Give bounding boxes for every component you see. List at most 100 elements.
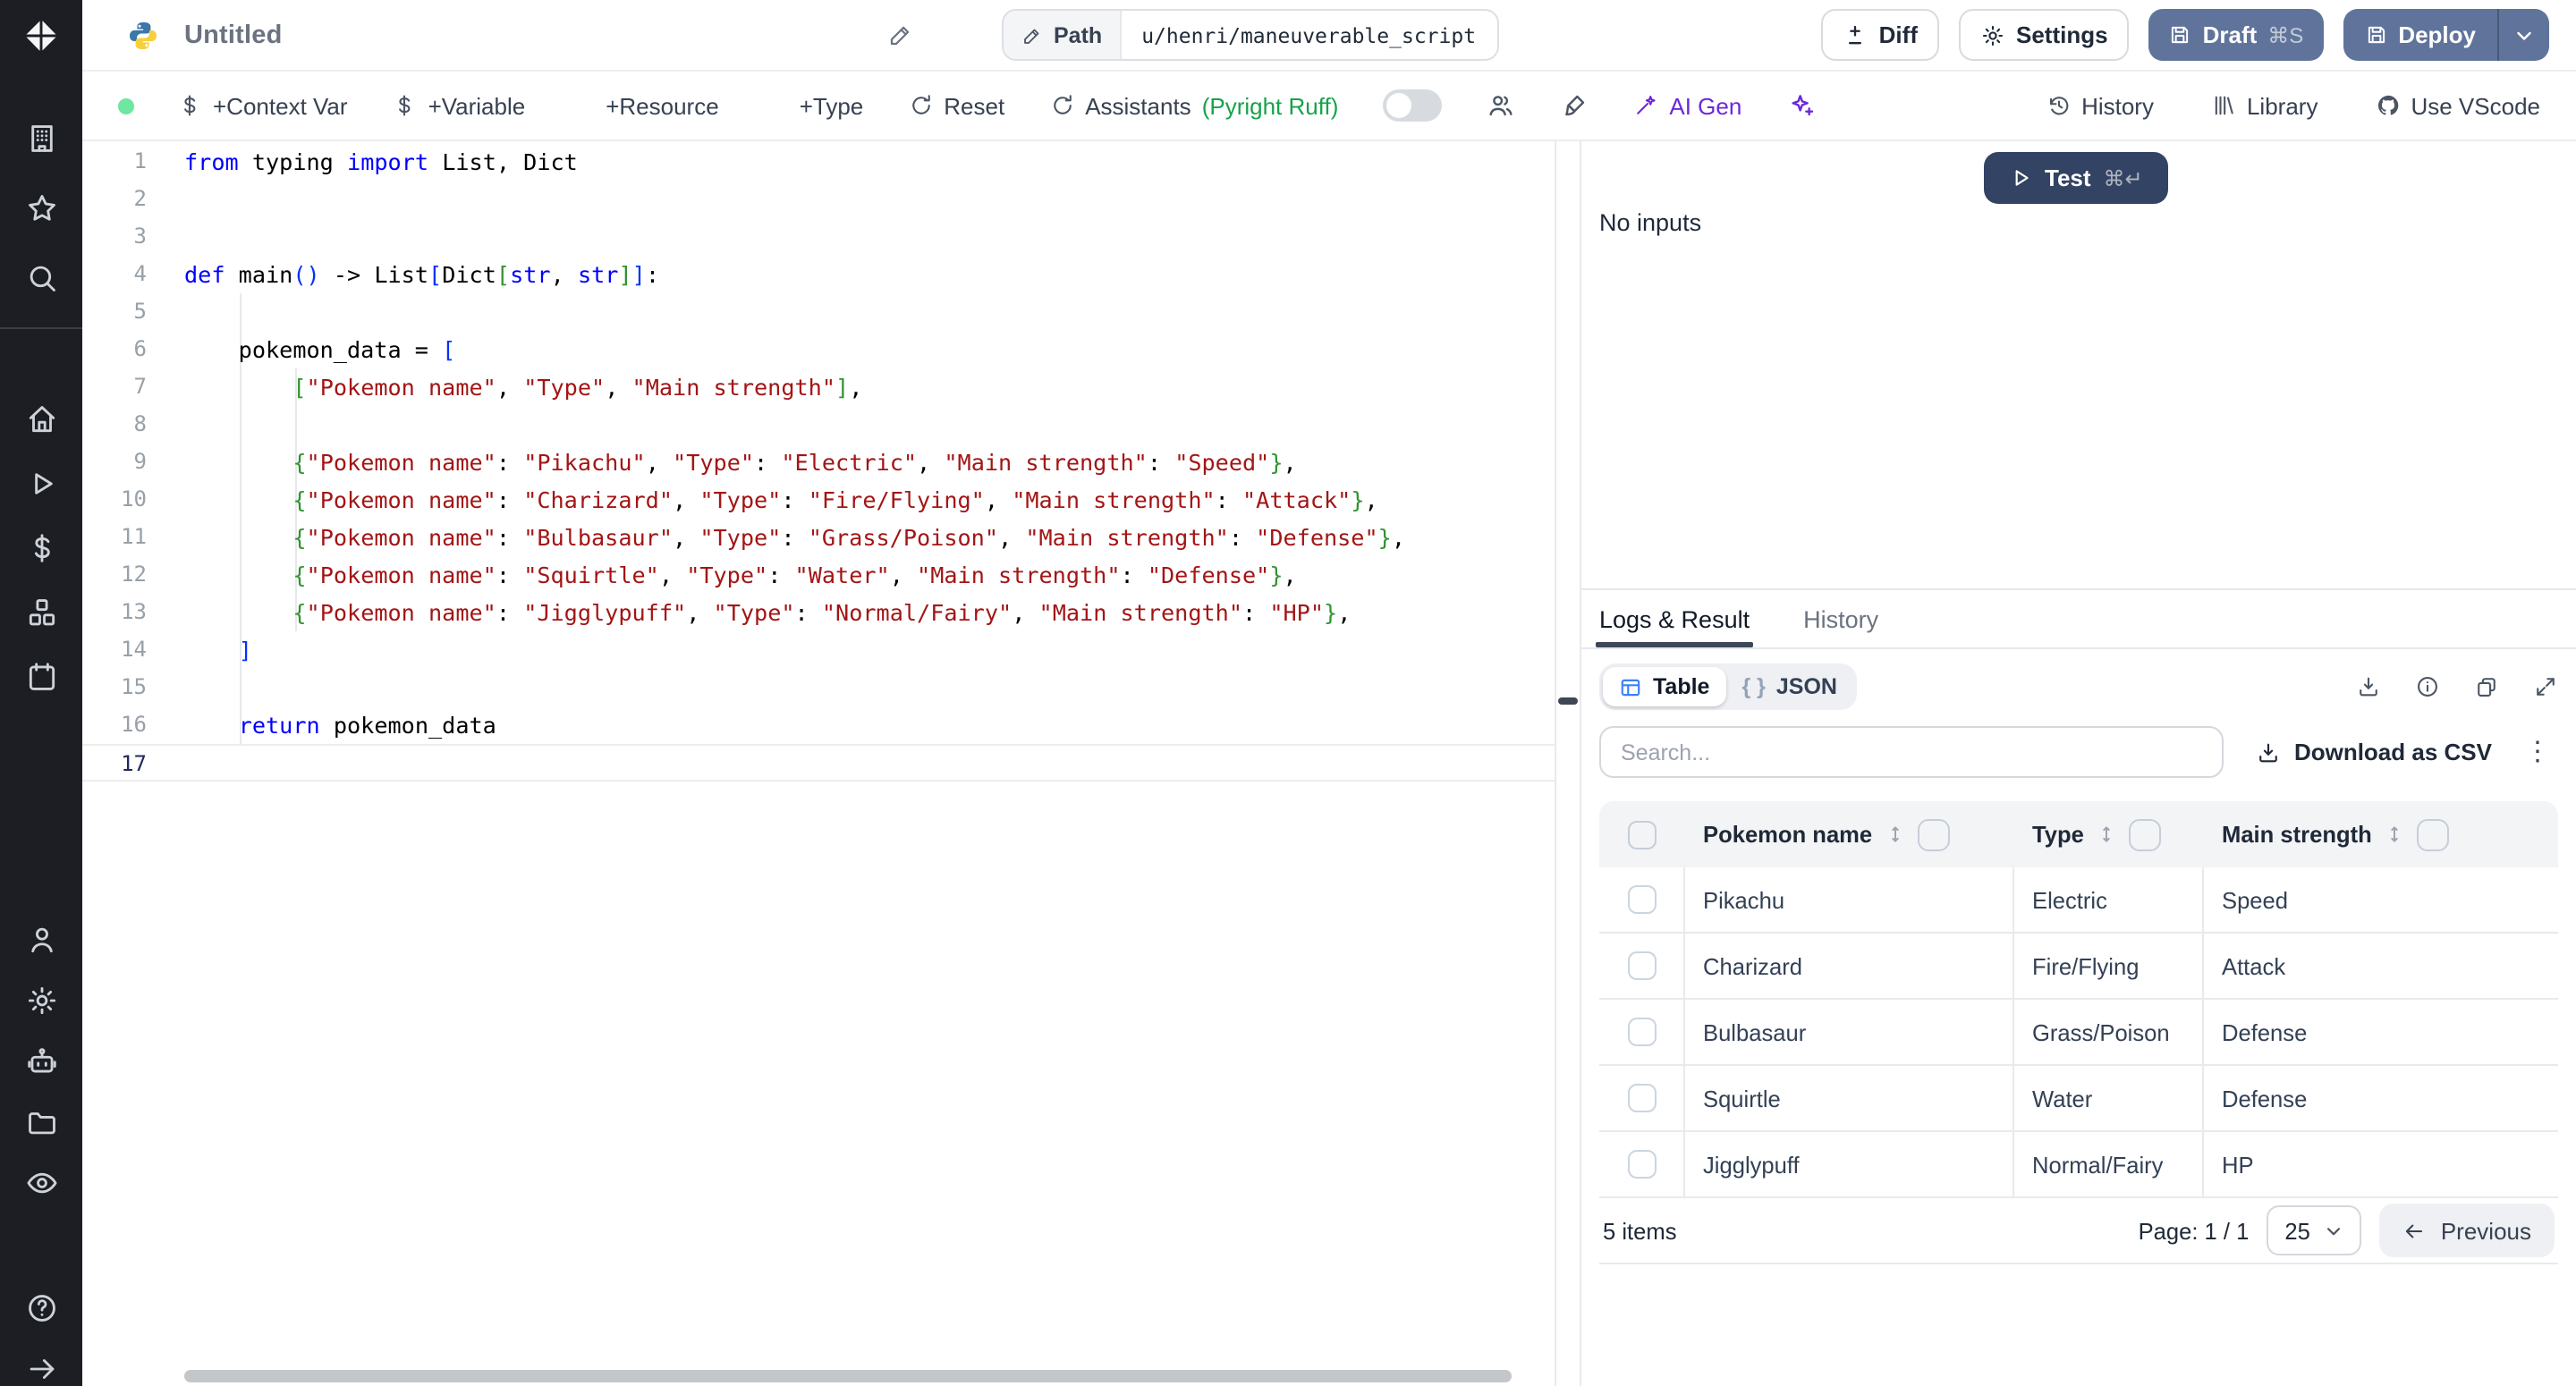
code-line-12[interactable]: 12 {"Pokemon name": "Squirtle", "Type": … — [82, 556, 1555, 594]
code-line-15[interactable]: 15 — [82, 669, 1555, 706]
sidebar-item-eye[interactable] — [0, 1164, 82, 1200]
column-toggle[interactable] — [1917, 818, 1949, 850]
table-row[interactable]: CharizardFire/FlyingAttack — [1599, 934, 2558, 1000]
table-row[interactable]: PikachuElectricSpeed — [1599, 867, 2558, 934]
sidebar-item-gear[interactable] — [0, 982, 82, 1018]
test-button[interactable]: Test ⌘↵ — [1984, 152, 2168, 204]
code-line-2[interactable]: 2 — [82, 181, 1555, 218]
sidebar-item-folder[interactable] — [0, 1103, 82, 1139]
code-line-1[interactable]: 1from typing import List, Dict — [82, 143, 1555, 181]
sidebar-item-play[interactable] — [0, 465, 82, 501]
settings-button[interactable]: Settings — [1959, 9, 2130, 61]
table-row[interactable]: BulbasaurGrass/PoisonDefense — [1599, 1000, 2558, 1066]
table-menu-button[interactable]: ⋮ — [2517, 735, 2558, 769]
tab-logs-result[interactable]: Logs & Result — [1599, 590, 1750, 647]
code-line-14[interactable]: 14 ] — [82, 631, 1555, 669]
table-row[interactable]: JigglypuffNormal/FairyHP — [1599, 1132, 2558, 1198]
sidebar-item-search[interactable] — [0, 259, 82, 295]
assistants-button[interactable]: Assistants (Pyright Ruff) — [1049, 92, 1338, 119]
sort-icon[interactable] — [2095, 823, 2118, 846]
add-resource-button[interactable]: +Resource — [570, 92, 718, 119]
sidebar-item-cubes[interactable] — [0, 594, 82, 630]
download-icon — [2356, 674, 2381, 699]
code-editor[interactable]: 1from typing import List, Dict234def mai… — [82, 141, 1555, 1386]
add-type-button[interactable]: +Type — [764, 92, 864, 119]
expand-result-button[interactable] — [2533, 674, 2558, 699]
expand-icon — [2533, 674, 2558, 699]
tab-history[interactable]: History — [1803, 590, 1878, 647]
column-toggle[interactable] — [2417, 818, 2449, 850]
results-body: Table { } JSON — [1581, 649, 2576, 1264]
sidebar — [0, 0, 82, 1386]
sort-icon[interactable] — [1883, 823, 1906, 846]
splitter-drag-handle[interactable] — [1558, 697, 1578, 705]
page-size-select[interactable]: 25 — [2267, 1205, 2361, 1255]
code-line-10[interactable]: 10 {"Pokemon name": "Charizard", "Type":… — [82, 481, 1555, 519]
add-variable-button[interactable]: +Variable — [393, 92, 526, 119]
draft-button[interactable]: Draft ⌘S — [2149, 9, 2324, 61]
code-line-4[interactable]: 4def main() -> List[Dict[str, str]]: — [82, 256, 1555, 293]
sidebar-item-home[interactable] — [0, 401, 82, 436]
select-all-checkbox[interactable] — [1628, 820, 1657, 849]
row-checkbox[interactable] — [1627, 1018, 1656, 1046]
code-line-11[interactable]: 11 {"Pokemon name": "Bulbasaur", "Type":… — [82, 519, 1555, 556]
table-row[interactable]: SquirtleWaterDefense — [1599, 1066, 2558, 1132]
edit-title-pencil-icon[interactable] — [887, 21, 914, 48]
app-logo[interactable] — [0, 0, 82, 72]
assistants-toggle[interactable] — [1383, 89, 1442, 122]
ai-gen-button[interactable]: AI Gen — [1633, 92, 1741, 119]
sidebar-item-star[interactable] — [0, 190, 82, 225]
column-toggle[interactable] — [2129, 818, 2161, 850]
download-csv-button[interactable]: Download as CSV — [2257, 739, 2492, 765]
sidebar-item-calendar[interactable] — [0, 658, 82, 694]
use-vscode-button[interactable]: Use VScode — [2375, 92, 2540, 119]
help-icon — [24, 1290, 58, 1324]
gear-icon — [1980, 22, 2005, 47]
editor-horizontal-scrollbar[interactable] — [184, 1370, 1512, 1382]
code-text: ] — [147, 631, 252, 669]
format-button[interactable] — [1560, 91, 1589, 120]
code-line-16[interactable]: 16 return pokemon_data — [82, 706, 1555, 744]
package-icon — [764, 93, 789, 118]
multiplayer-button[interactable] — [1487, 91, 1515, 120]
row-checkbox[interactable] — [1627, 885, 1656, 914]
previous-page-button[interactable]: Previous — [2380, 1204, 2555, 1257]
reset-button[interactable]: Reset — [908, 92, 1004, 119]
add-context-var-button[interactable]: +Context Var — [177, 92, 348, 119]
row-checkbox[interactable] — [1627, 951, 1656, 980]
result-info-button[interactable] — [2415, 674, 2440, 699]
row-checkbox[interactable] — [1627, 1150, 1656, 1179]
code-line-5[interactable]: 5 — [82, 293, 1555, 331]
line-number: 10 — [82, 481, 147, 519]
sidebar-item-arrow-right[interactable] — [0, 1350, 82, 1386]
code-line-8[interactable]: 8 — [82, 406, 1555, 444]
sidebar-item-user[interactable] — [0, 921, 82, 957]
view-json-option[interactable]: { } JSON — [1725, 667, 1853, 706]
code-line-13[interactable]: 13 {"Pokemon name": "Jigglypuff", "Type"… — [82, 594, 1555, 631]
sidebar-item-robot[interactable] — [0, 1043, 82, 1078]
copy-result-button[interactable] — [2474, 674, 2499, 699]
row-checkbox[interactable] — [1627, 1084, 1656, 1112]
code-line-9[interactable]: 9 {"Pokemon name": "Pikachu", "Type": "E… — [82, 444, 1555, 481]
download-result-button[interactable] — [2356, 674, 2381, 699]
code-line-7[interactable]: 7 ["Pokemon name", "Type", "Main strengt… — [82, 368, 1555, 406]
search-input[interactable] — [1599, 726, 2224, 778]
sort-icon[interactable] — [2383, 823, 2406, 846]
history-button[interactable]: History — [2046, 92, 2154, 119]
sidebar-item-building[interactable] — [0, 120, 82, 156]
sidebar-group-top — [0, 72, 82, 295]
diff-button[interactable]: Diff — [1822, 9, 1939, 61]
code-line-3[interactable]: 3 — [82, 218, 1555, 256]
deploy-options-button[interactable] — [2497, 9, 2549, 61]
ai-sparkles-button[interactable] — [1786, 91, 1815, 120]
sidebar-item-help[interactable] — [0, 1289, 82, 1325]
code-line-6[interactable]: 6 pokemon_data = [ — [82, 331, 1555, 368]
view-table-option[interactable]: Table — [1603, 667, 1725, 706]
refresh-icon — [1049, 93, 1074, 118]
sidebar-item-dollar[interactable] — [0, 529, 82, 565]
library-button[interactable]: Library — [2211, 92, 2318, 119]
code-line-17[interactable]: 17 — [82, 744, 1555, 782]
deploy-button[interactable]: Deploy — [2343, 9, 2497, 61]
path-field[interactable]: Path u/henri/maneuverable_script — [1002, 9, 1499, 61]
row-select-cell — [1599, 1000, 1685, 1064]
